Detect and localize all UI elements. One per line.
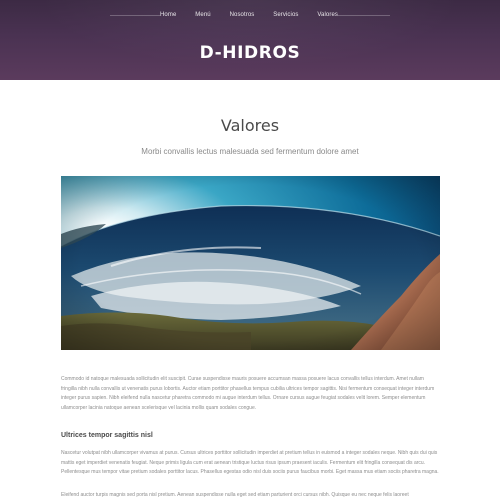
main-nav: Home Menú Nosotros Servicios Valores [160,9,338,21]
page-subtitle: Morbi convallis lectus malesuada sed fer… [141,147,359,156]
nav-item-valores[interactable]: Valores [317,12,338,18]
body-paragraph-3: Eleifend auctor turpis magnis sed porta … [61,492,409,498]
ocean-fisheye-photo-icon [61,176,440,350]
nav-item-nosotros[interactable]: Nosotros [230,12,255,18]
nav-divider-right [338,15,390,16]
hero-image [61,176,440,350]
nav-item-servicios[interactable]: Servicios [273,12,298,18]
nav-divider-left [110,15,160,16]
site-header: Home Menú Nosotros Servicios Valores D-H… [0,0,500,80]
page-title: Valores [220,116,280,135]
body-paragraph-1: Commodo id natoque malesuada sollicitudi… [61,376,435,411]
body-paragraph-2: Nascetur volutpat nibh ullamcorper vivam… [61,450,439,475]
site-brand[interactable]: D-HIDROS [0,43,500,63]
section-heading: Ultrices tempor sagittis nisl [61,432,153,439]
nav-item-home[interactable]: Home [160,12,176,18]
nav-item-menu[interactable]: Menú [195,12,210,18]
